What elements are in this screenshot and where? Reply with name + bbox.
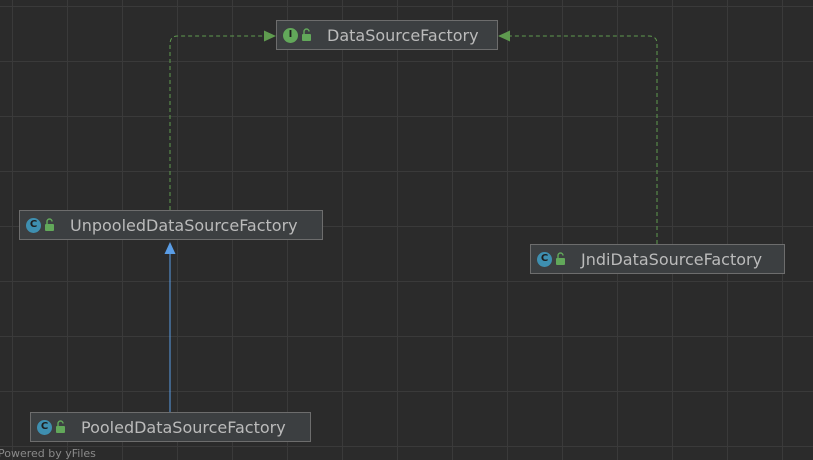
class-icon: C: [537, 251, 552, 267]
implements-arrowhead-right: [498, 30, 510, 42]
edge-jndi-implements-datasourcefactory[interactable]: [506, 35, 658, 244]
unlock-icon: [56, 420, 65, 433]
node-pooleddatasourcefactory[interactable]: C PooledDataSourceFactory: [30, 412, 311, 442]
unlock-icon: [45, 218, 54, 231]
unlock-icon: [556, 252, 565, 265]
node-label: JndiDataSourceFactory: [581, 249, 763, 269]
node-label: UnpooledDataSourceFactory: [70, 215, 298, 235]
node-datasourcefactory[interactable]: I DataSourceFactory: [276, 20, 498, 50]
extends-arrowhead: [164, 242, 176, 254]
unlock-icon: [302, 28, 311, 41]
edge-unpooled-implements-datasourcefactory[interactable]: [169, 35, 268, 210]
node-label: PooledDataSourceFactory: [81, 417, 286, 437]
node-label: DataSourceFactory: [327, 25, 479, 45]
implements-arrowhead-left: [264, 30, 276, 42]
class-icon: C: [37, 419, 52, 435]
node-unpooleddatasourcefactory[interactable]: C UnpooledDataSourceFactory: [19, 210, 323, 240]
node-jndidatasourcefactory[interactable]: C JndiDataSourceFactory: [530, 244, 785, 274]
footer-text: Powered by yFiles: [0, 447, 96, 460]
class-icon: C: [26, 217, 41, 233]
interface-icon: I: [283, 27, 298, 43]
